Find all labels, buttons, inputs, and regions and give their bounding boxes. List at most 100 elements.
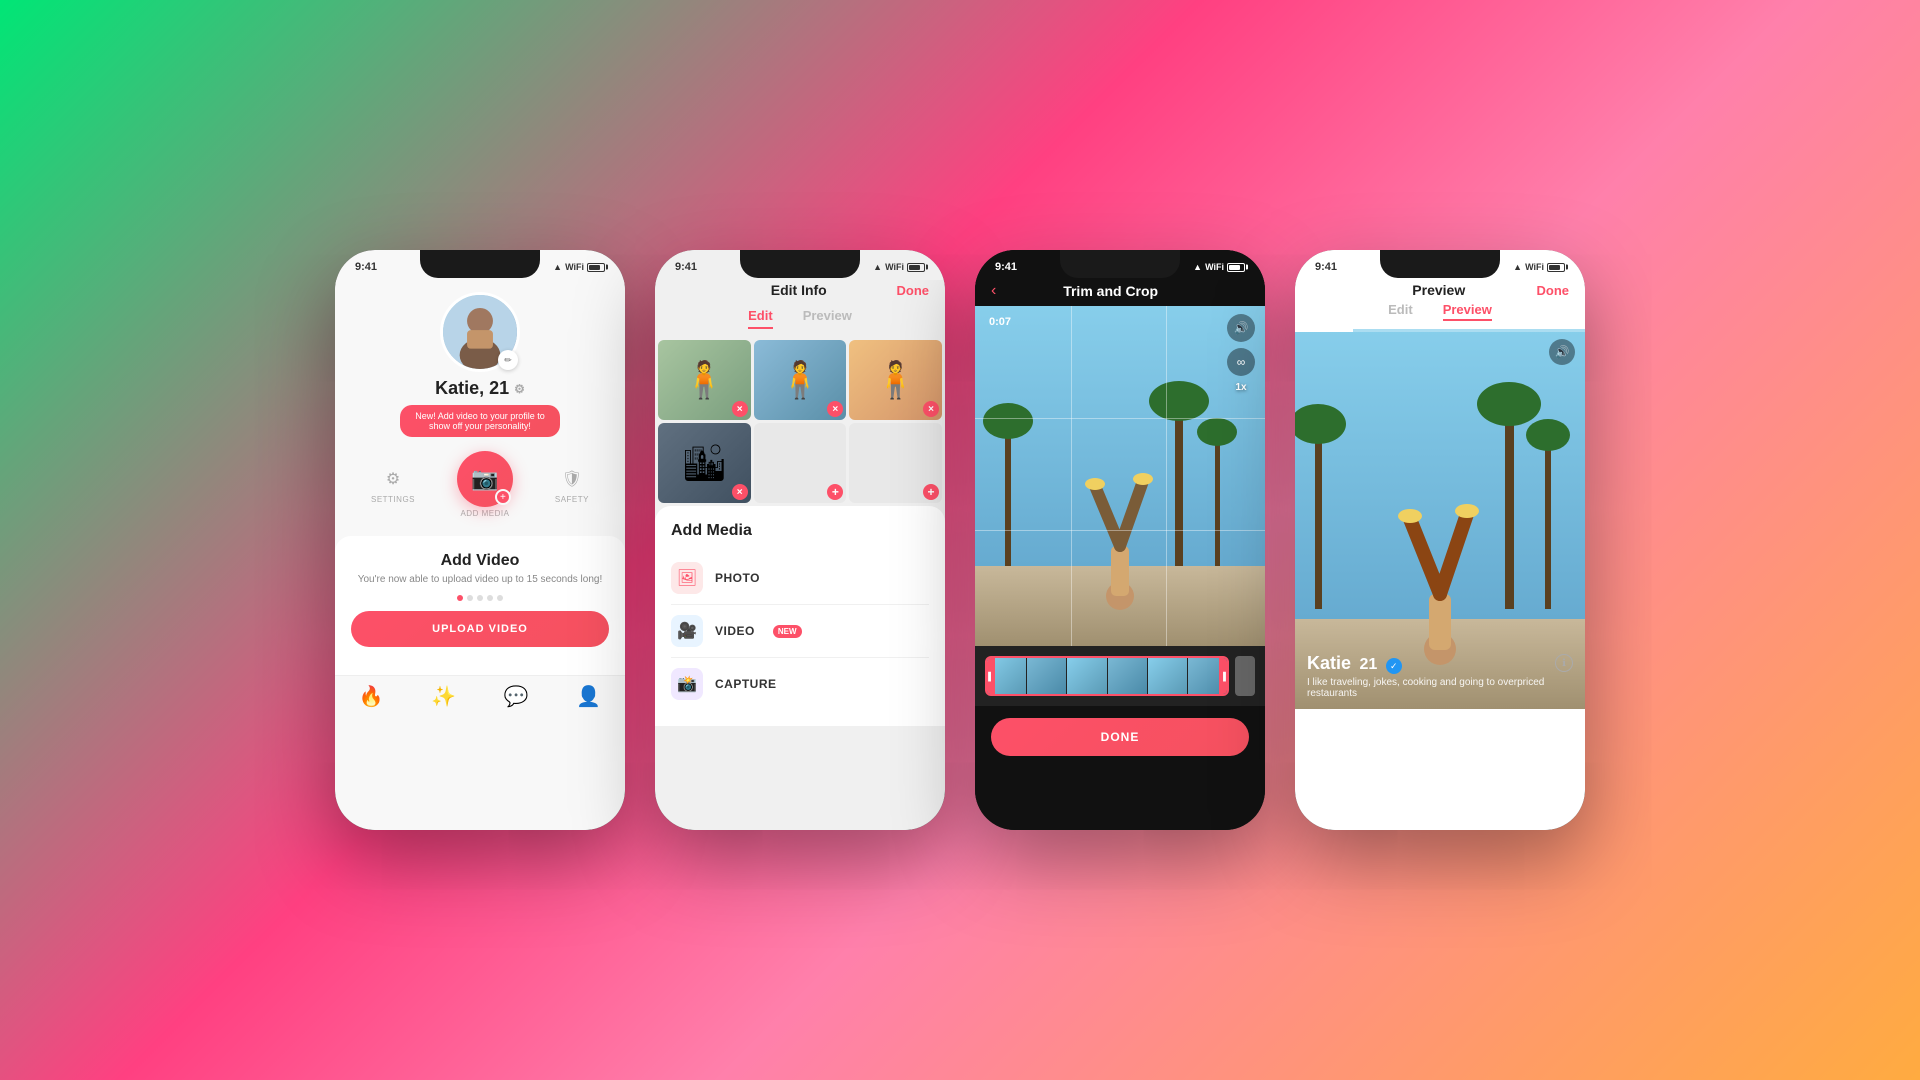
preview-bio: I like traveling, jokes, cooking and goi… xyxy=(1307,677,1573,699)
add-video-title: Add Video xyxy=(351,552,609,570)
add-media-button[interactable]: 📷 + xyxy=(457,451,513,507)
photo-label: PHOTO xyxy=(715,571,760,585)
verify-icon: ⚙ xyxy=(514,382,525,396)
add-video-bubble: New! Add video to your profile to show o… xyxy=(400,405,560,437)
tab-preview-active[interactable]: Preview xyxy=(1443,302,1492,321)
tab-edit-preview[interactable]: Edit xyxy=(1388,302,1413,321)
edit-info-title: Edit Info xyxy=(771,282,827,298)
add-media-action[interactable]: 📷 + ADD MEDIA xyxy=(457,451,513,518)
upload-video-button[interactable]: UPLOAD VIDEO xyxy=(351,611,609,647)
photo-grid: 🧍 × 🧍 × 🧍 × 🏙 × + xyxy=(655,337,945,506)
done-button[interactable]: DONE xyxy=(991,718,1249,756)
dot-1 xyxy=(457,595,463,601)
battery-icon-4 xyxy=(1547,263,1565,272)
capture-label: CAPTURE xyxy=(715,677,777,691)
photo-icon: 🖼 xyxy=(671,562,703,594)
phone-1-screen: 9:41 ▲ WiFi xyxy=(335,250,625,830)
remove-photo-4[interactable]: × xyxy=(732,484,748,500)
phone-1: 9:41 ▲ WiFi xyxy=(335,250,625,830)
status-icons-2: ▲ WiFi xyxy=(873,262,925,272)
frame-2 xyxy=(1027,658,1066,694)
status-bar-3: 9:41 ▲ WiFi xyxy=(975,250,1265,280)
volume-button[interactable]: 🔊 xyxy=(1227,314,1255,342)
nav-matches[interactable]: 💬 xyxy=(498,684,534,709)
gear-icon: ⚙ xyxy=(379,465,407,493)
add-photo-1[interactable]: + xyxy=(827,484,843,500)
photo-cell-2[interactable]: 🧍 × xyxy=(754,340,847,420)
timeline-handle-left[interactable]: ▌ xyxy=(987,658,995,694)
profile-name: Katie, 21 ⚙ xyxy=(435,378,525,399)
phone-4-screen: 9:41 ▲ WiFi Preview Done Edit Preview xyxy=(1295,250,1585,830)
bottom-nav-1: 🔥 ✨ 💬 👤 xyxy=(335,675,625,717)
profile-header: ✏ Katie, 21 ⚙ New! Add video to your pro… xyxy=(335,280,625,536)
preview-user-row: Katie 21 ✓ ℹ xyxy=(1307,653,1573,675)
extra-frames xyxy=(1235,656,1255,696)
video-option[interactable]: 🎥 VIDEO NEW xyxy=(671,605,929,658)
dot-5 xyxy=(497,595,503,601)
remove-photo-1[interactable]: × xyxy=(732,401,748,417)
status-bar-2: 9:41 ▲ WiFi xyxy=(655,250,945,280)
done-btn-area: DONE xyxy=(975,706,1265,768)
back-button[interactable]: ‹ xyxy=(991,282,996,300)
info-button[interactable]: ℹ xyxy=(1555,654,1573,672)
settings-action[interactable]: ⚙ SETTINGS xyxy=(371,465,415,504)
phone-3-screen: 9:41 ▲ WiFi ‹ Trim and Crop xyxy=(975,250,1265,830)
loop-button[interactable]: ∞ xyxy=(1227,348,1255,376)
frame-5 xyxy=(1148,658,1187,694)
time-code: 0:07 xyxy=(989,316,1011,328)
photo-cell-4[interactable]: 🏙 × xyxy=(658,423,751,503)
add-media-title: Add Media xyxy=(671,522,929,540)
speed-label[interactable]: 1x xyxy=(1235,382,1246,393)
preview-age: 21 xyxy=(1359,656,1377,673)
time-4: 9:41 xyxy=(1315,261,1337,273)
preview-title: Preview xyxy=(1412,282,1465,298)
trim-crop-title: Trim and Crop xyxy=(1063,283,1158,299)
capture-option[interactable]: 📸 CAPTURE xyxy=(671,658,929,710)
preview-progress-bar[interactable] xyxy=(1295,329,1585,332)
video-art xyxy=(975,306,1265,646)
trim-header: ‹ Trim and Crop xyxy=(975,280,1265,306)
edit-tabs: Edit Preview xyxy=(655,304,945,337)
battery-icon-1 xyxy=(587,263,605,272)
avatar-edit-button[interactable]: ✏ xyxy=(498,350,518,370)
preview-video-area: 🔊 Katie 21 ✓ ℹ I like traveling, jokes, … xyxy=(1295,329,1585,709)
remove-photo-3[interactable]: × xyxy=(923,401,939,417)
add-video-section: Add Video You're now able to upload vide… xyxy=(335,536,625,675)
safety-action[interactable]: 🛡 SAFETY xyxy=(555,465,589,504)
preview-volume-button[interactable]: 🔊 xyxy=(1549,339,1575,365)
new-badge: NEW xyxy=(773,625,802,638)
timeline-frames xyxy=(987,658,1227,694)
photo-option[interactable]: 🖼 PHOTO xyxy=(671,552,929,605)
photo-cell-1[interactable]: 🧍 × xyxy=(658,340,751,420)
time-1: 9:41 xyxy=(355,261,377,273)
photo-cell-3[interactable]: 🧍 × xyxy=(849,340,942,420)
timeline-handle-right[interactable]: ▐ xyxy=(1219,658,1227,694)
status-icons-4: ▲ WiFi xyxy=(1513,262,1565,272)
add-photo-2[interactable]: + xyxy=(923,484,939,500)
video-controls: 🔊 ∞ 1x xyxy=(1227,314,1255,393)
dot-indicators xyxy=(351,595,609,601)
shield-icon: 🛡 xyxy=(558,465,586,493)
nav-boost[interactable]: ✨ xyxy=(426,684,462,709)
nav-like[interactable]: 🔥 xyxy=(353,684,389,709)
tab-edit[interactable]: Edit xyxy=(748,308,773,329)
photo-cell-add-1[interactable]: + xyxy=(754,423,847,503)
status-icons-3: ▲ WiFi xyxy=(1193,262,1245,272)
timeline-strip: ▌ ▐ xyxy=(975,646,1265,706)
edit-done-button[interactable]: Done xyxy=(897,283,930,298)
photo-cell-add-2[interactable]: + xyxy=(849,423,942,503)
nav-profile[interactable]: 👤 xyxy=(571,684,607,709)
capture-icon: 📸 xyxy=(671,668,703,700)
timeline-inner[interactable]: ▌ ▐ xyxy=(985,656,1229,696)
preview-tabs: Edit Preview xyxy=(1295,302,1585,329)
avatar-container: ✏ xyxy=(440,292,520,372)
phone-3: 9:41 ▲ WiFi ‹ Trim and Crop xyxy=(975,250,1265,830)
tab-preview[interactable]: Preview xyxy=(803,308,852,329)
battery-icon-2 xyxy=(907,263,925,272)
edit-header: Edit Info Done xyxy=(655,280,945,304)
preview-done-button[interactable]: Done xyxy=(1537,283,1570,298)
add-video-desc: You're now able to upload video up to 15… xyxy=(351,574,609,585)
video-preview-area: 0:07 🔊 ∞ 1x xyxy=(975,306,1265,646)
preview-verify-icon: ✓ xyxy=(1386,658,1402,674)
dot-4 xyxy=(487,595,493,601)
